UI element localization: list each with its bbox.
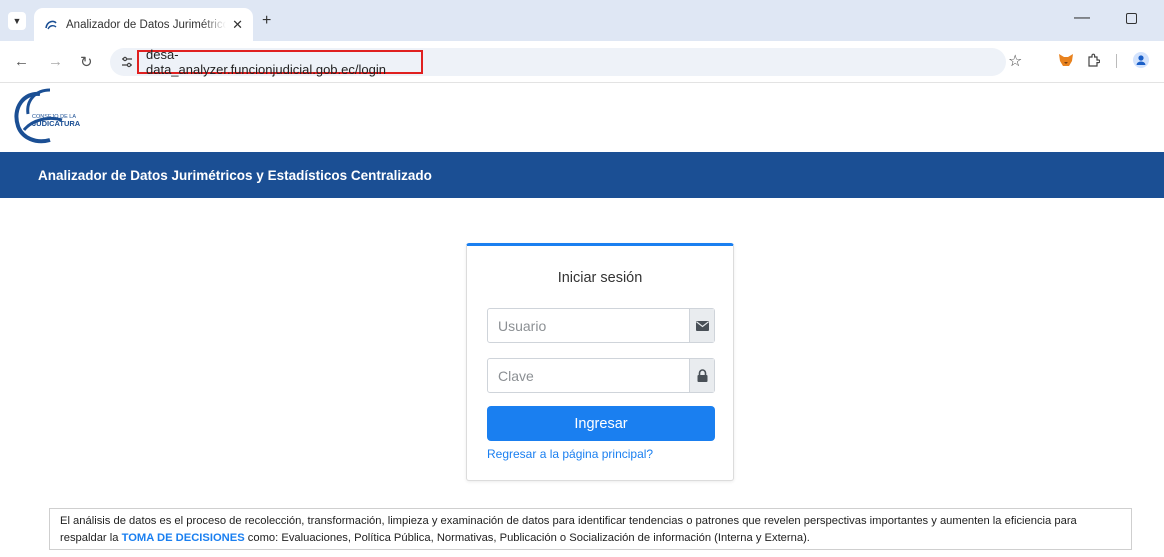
forward-arrow-icon[interactable]: → xyxy=(48,53,63,70)
page-header-banner: Analizador de Datos Jurimétricos y Estad… xyxy=(0,152,1164,198)
page-title: Analizador de Datos Jurimétricos y Estad… xyxy=(38,168,432,183)
site-info-icon[interactable] xyxy=(120,55,134,69)
toolbar-separator xyxy=(1116,54,1117,68)
browser-tab[interactable]: Analizador de Datos Jurimétricos y Estad… xyxy=(34,8,253,41)
consejo-judicatura-logo: CONSEJO DE LA JUDICATURA xyxy=(10,86,120,146)
info-text-end: como: Evaluaciones, Política Pública, No… xyxy=(244,532,810,544)
tab-search-dropdown-icon[interactable]: ▼ xyxy=(8,12,26,30)
password-input[interactable] xyxy=(488,359,689,392)
profile-avatar-icon[interactable] xyxy=(1133,52,1149,68)
info-description: El análisis de datos es el proceso de re… xyxy=(49,508,1132,550)
extensions-puzzle-icon[interactable] xyxy=(1086,53,1100,67)
reload-icon[interactable]: ↻ xyxy=(80,53,93,71)
metamask-extension-icon[interactable] xyxy=(1058,53,1074,67)
login-card: Iniciar sesión Ingresar Regresar a la pá… xyxy=(466,243,734,481)
minimize-window-icon[interactable]: — xyxy=(1074,9,1090,27)
restore-window-icon[interactable] xyxy=(1126,13,1137,24)
lock-icon xyxy=(689,359,714,392)
back-to-home-link[interactable]: Regresar a la página principal? xyxy=(487,447,653,461)
login-button[interactable]: Ingresar xyxy=(487,406,715,441)
site-favicon-icon xyxy=(44,18,58,32)
info-highlight: TOMA DE DECISIONES xyxy=(121,532,245,544)
envelope-icon xyxy=(689,309,714,342)
username-input[interactable] xyxy=(488,309,689,342)
svg-text:JUDICATURA: JUDICATURA xyxy=(32,119,81,128)
back-arrow-icon[interactable]: ← xyxy=(14,53,29,70)
url-text[interactable]: desa-data_analyzer.funcionjudicial.gob.e… xyxy=(137,47,423,77)
login-title: Iniciar sesión xyxy=(557,270,643,286)
username-field xyxy=(487,308,715,343)
tab-title: Analizador de Datos Jurimétricos y Estad… xyxy=(66,18,227,31)
new-tab-button[interactable]: + xyxy=(262,12,271,30)
tab-close-icon[interactable]: ✕ xyxy=(232,17,243,33)
browser-tab-strip: ▼ Analizador de Datos Jurimétricos y Est… xyxy=(0,0,1164,41)
bookmark-star-icon[interactable]: ☆ xyxy=(1008,51,1022,71)
password-field xyxy=(487,358,715,393)
